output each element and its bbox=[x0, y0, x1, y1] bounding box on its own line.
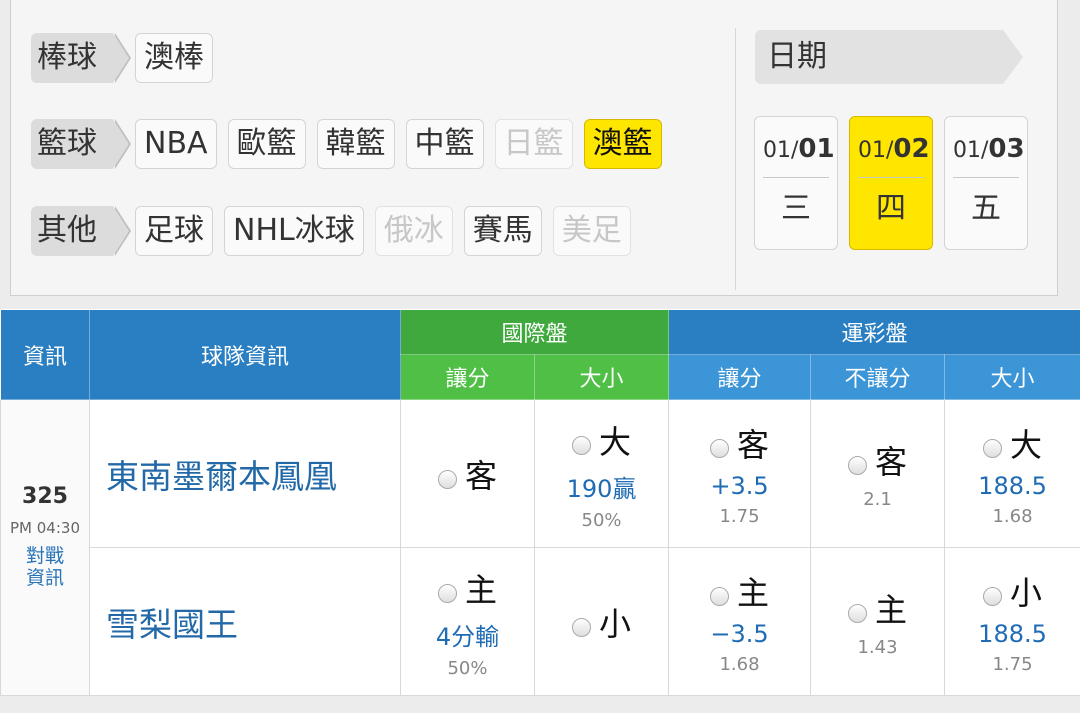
bet-home-lottery-total[interactable]: 小 188.5 1.75 bbox=[944, 547, 1080, 696]
filter-panel: 棒球 澳棒 籃球 NBA 歐籃 韓籃 中籃 日籃 澳籃 其他 足球 NHL冰球 … bbox=[10, 0, 1058, 296]
filter-row-basketball: 籃球 NBA 歐籃 韓籃 中籃 日籃 澳籃 bbox=[31, 118, 673, 170]
filter-row-other: 其他 足球 NHL冰球 俄冰 賽馬 美足 bbox=[31, 205, 642, 257]
game-time: PM 04:30 bbox=[10, 519, 80, 537]
header-lottery-handicap: 讓分 bbox=[668, 354, 812, 400]
bet-away-intl-handicap[interactable]: 客 bbox=[400, 399, 535, 548]
panel-divider bbox=[735, 28, 736, 290]
radio-icon[interactable] bbox=[710, 587, 729, 606]
radio-icon[interactable] bbox=[848, 456, 867, 475]
header-lottery: 運彩盤 bbox=[668, 309, 1080, 355]
date-picker: 01/01 三 01/02 四 01/03 五 bbox=[754, 116, 1039, 250]
versus-info-link[interactable]: 對戰 資訊 bbox=[1, 545, 89, 589]
header-intl-handicap: 讓分 bbox=[400, 354, 535, 400]
date-weekday: 五 bbox=[971, 191, 1001, 226]
table-row-home: 雪梨國王 主 4分輸 50% 小 主 −3.5 1.68 主 1.43 小 18… bbox=[1, 547, 1080, 696]
date-weekday: 三 bbox=[781, 191, 811, 226]
date-header: 日期 bbox=[755, 30, 1023, 84]
radio-icon[interactable] bbox=[437, 583, 457, 603]
radio-icon[interactable] bbox=[710, 439, 729, 458]
radio-icon[interactable] bbox=[848, 604, 867, 623]
radio-icon[interactable] bbox=[572, 435, 591, 455]
date-month-day: 01/03 bbox=[953, 117, 1025, 178]
bet-home-intl-total[interactable]: 小 bbox=[533, 547, 670, 696]
radio-icon[interactable] bbox=[437, 469, 457, 489]
bet-home-lottery-moneyline[interactable]: 主 1.43 bbox=[810, 547, 946, 696]
date-month-day: 01/02 bbox=[858, 117, 930, 178]
bet-home-intl-handicap[interactable]: 主 4分輸 50% bbox=[400, 547, 535, 696]
chip-aus-basketball[interactable]: 澳籃 bbox=[583, 119, 662, 169]
chip-china-basketball[interactable]: 中籃 bbox=[405, 119, 484, 169]
chip-horse-racing[interactable]: 賽馬 bbox=[463, 206, 542, 256]
header-intl-total: 大小 bbox=[533, 354, 670, 400]
chip-soccer[interactable]: 足球 bbox=[135, 206, 213, 256]
bet-away-intl-total[interactable]: 大 190贏 50% bbox=[533, 399, 670, 548]
date-weekday: 四 bbox=[876, 191, 906, 226]
header-team-info: 球隊資訊 bbox=[89, 309, 401, 400]
chip-russia-hockey[interactable]: 俄冰 bbox=[374, 206, 453, 256]
chip-korea-basketball[interactable]: 韓籃 bbox=[316, 119, 395, 169]
table-row-away: 325 PM 04:30 對戰 資訊 東南墨爾本鳳凰 客 大 190贏 50% 客… bbox=[0, 399, 1080, 696]
team-home[interactable]: 雪梨國王 bbox=[89, 547, 401, 696]
chip-euro-basketball[interactable]: 歐籃 bbox=[227, 119, 306, 169]
bet-away-lottery-handicap[interactable]: 客 +3.5 1.75 bbox=[668, 399, 812, 548]
category-basketball[interactable]: 籃球 bbox=[31, 119, 131, 169]
chip-nba[interactable]: NBA bbox=[135, 119, 217, 169]
date-option-0103[interactable]: 01/03 五 bbox=[944, 116, 1028, 250]
header-lottery-moneyline: 不讓分 bbox=[810, 354, 946, 400]
header-international: 國際盤 bbox=[399, 309, 670, 355]
bet-away-lottery-moneyline[interactable]: 客 2.1 bbox=[810, 399, 946, 548]
header-info: 資訊 bbox=[0, 309, 90, 400]
filter-row-baseball: 棒球 澳棒 bbox=[31, 32, 224, 84]
header-lottery-total: 大小 bbox=[944, 354, 1080, 400]
date-option-0102[interactable]: 01/02 四 bbox=[849, 116, 933, 250]
radio-icon[interactable] bbox=[572, 617, 591, 637]
radio-icon[interactable] bbox=[983, 587, 1003, 606]
team-away[interactable]: 東南墨爾本鳳凰 bbox=[89, 399, 401, 548]
game-info-cell: 325 PM 04:30 對戰 資訊 bbox=[0, 399, 90, 696]
bet-home-lottery-handicap[interactable]: 主 −3.5 1.68 bbox=[668, 547, 812, 696]
chip-american-football[interactable]: 美足 bbox=[552, 206, 631, 256]
chip-aus-baseball[interactable]: 澳棒 bbox=[135, 33, 213, 83]
category-other[interactable]: 其他 bbox=[31, 206, 131, 256]
bet-away-lottery-total[interactable]: 大 188.5 1.68 bbox=[944, 399, 1080, 548]
chip-nhl[interactable]: NHL冰球 bbox=[224, 206, 364, 256]
date-option-0101[interactable]: 01/01 三 bbox=[754, 116, 838, 250]
game-number: 325 bbox=[22, 484, 68, 509]
radio-icon[interactable] bbox=[983, 439, 1003, 458]
date-month-day: 01/01 bbox=[763, 117, 835, 178]
chip-japan-basketball[interactable]: 日籃 bbox=[494, 119, 573, 169]
odds-table: 資訊 球隊資訊 國際盤 運彩盤 讓分 大小 讓分 不讓分 大小 325 PM 0… bbox=[0, 309, 1080, 696]
category-baseball[interactable]: 棒球 bbox=[31, 33, 131, 83]
